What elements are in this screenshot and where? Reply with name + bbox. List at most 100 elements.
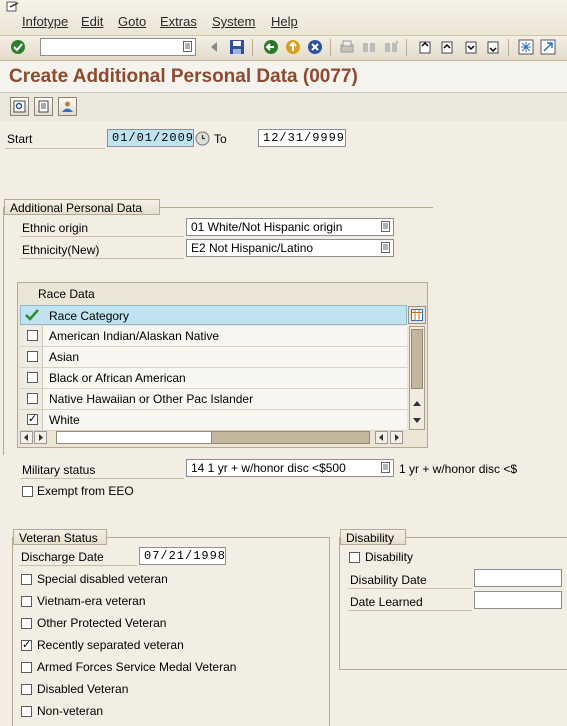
previous-page-icon[interactable] [438,38,456,56]
recently-separated-veteran-checkbox[interactable]: ✓ [21,640,32,651]
menu-goto[interactable]: Goto [118,14,146,29]
military-status-description: 1 yr + w/honor disc <$ [399,462,518,476]
military-status-help-icon[interactable] [381,462,390,473]
menu-extras[interactable]: Extras [160,14,197,29]
military-status-field[interactable]: 14 1 yr + w/honor disc <$500 [186,459,394,477]
discharge-date-label: Discharge Date [21,550,104,564]
find-icon[interactable] [360,38,378,56]
to-label: To [214,132,227,146]
calendar-icon[interactable] [195,131,210,146]
ethnic-origin-value: 01 White/Not Hispanic origin [191,220,343,234]
armed-forces-medal-veteran-checkbox[interactable] [21,662,32,673]
ethnicity-new-field[interactable]: E2 Not Hispanic/Latino [186,239,394,257]
date-learned-field[interactable] [474,591,562,609]
collapse-arrow-icon[interactable] [205,38,223,56]
vietnam-era-veteran-checkbox[interactable] [21,596,32,607]
veteran-option-label: Disabled Veteran [37,682,129,696]
discharge-date-field[interactable]: 07/21/1998 [139,547,226,565]
menu-system[interactable]: System [212,14,255,29]
race-row-checkbox[interactable] [27,330,38,341]
cancel-icon[interactable] [306,38,324,56]
table-settings-icon[interactable] [408,306,426,324]
scroll-left-icon[interactable] [375,431,388,444]
next-page-icon[interactable] [462,38,480,56]
disability-date-field[interactable] [474,569,562,587]
race-row-checkbox[interactable] [27,393,38,404]
disability-group-title: Disability [340,529,406,545]
veteran-option-label: Armed Forces Service Medal Veteran [37,660,237,674]
system-menu-icon[interactable] [6,1,20,13]
menu-edit[interactable]: Edit [81,14,103,29]
race-row[interactable]: ✓ White [20,410,407,431]
exempt-eeo-checkbox[interactable] [22,486,33,497]
race-row[interactable]: Native Hawaiian or Other Pac Islander [20,389,407,410]
application-toolbar [0,93,567,121]
new-session-icon[interactable] [517,38,535,56]
exempt-eeo-label: Exempt from EEO [37,484,134,498]
race-row-label: White [49,413,80,427]
command-field[interactable] [40,38,196,56]
vertical-scroll-thumb[interactable] [411,329,423,389]
overview-icon[interactable] [10,97,29,116]
race-row-label: Asian [49,350,80,364]
scroll-down-icon[interactable] [411,413,423,427]
special-disabled-veteran-checkbox[interactable] [21,574,32,585]
ethnic-origin-label: Ethnic origin [22,221,89,235]
back-icon[interactable] [262,38,280,56]
title-bar: Create Additional Personal Data (0077) [0,61,567,93]
disabled-veteran-checkbox[interactable] [21,684,32,695]
menu-bar: Infotype Edit Goto Extras System Help [0,0,567,36]
race-table-title: Race Data [38,287,95,301]
race-row[interactable]: American Indian/Alaskan Native [20,326,407,347]
horizontal-scroll-track[interactable] [56,431,370,444]
person-icon[interactable] [58,97,77,116]
menu-infotype[interactable]: Infotype [22,14,68,29]
menu-help[interactable]: Help [271,14,298,29]
race-row[interactable]: Asian [20,347,407,368]
start-date-field[interactable]: 01/01/2009 [107,129,194,147]
military-status-value: 14 1 yr + w/honor disc <$500 [191,461,346,475]
ethnicity-new-value: E2 Not Hispanic/Latino [191,241,314,255]
start-label: Start [7,132,33,146]
document-icon[interactable] [34,97,53,116]
scroll-right-icon[interactable] [34,431,47,444]
race-row-checkbox[interactable] [27,351,38,362]
race-row-checkbox[interactable] [27,372,38,383]
ethnic-origin-help-icon[interactable] [381,221,390,232]
ethnic-origin-field[interactable]: 01 White/Not Hispanic origin [186,218,394,236]
veteran-group-title: Veteran Status [13,529,107,545]
race-data-table: Race Data Race Category American Indian/… [17,282,428,448]
last-page-icon[interactable] [484,38,502,56]
race-row[interactable]: Black or African American [20,368,407,389]
ethnicity-new-help-icon[interactable] [381,242,390,253]
veteran-option-label: Other Protected Veteran [37,616,167,630]
horizontal-scrollbar[interactable] [20,431,407,445]
ethnicity-new-label: Ethnicity(New) [22,243,100,257]
vertical-scrollbar[interactable] [409,326,425,430]
race-row-label: American Indian/Alaskan Native [49,329,220,343]
veteran-option-label: Recently separated veteran [37,638,184,652]
scroll-right-icon[interactable] [390,431,403,444]
save-icon[interactable] [228,38,246,56]
scroll-up-icon[interactable] [411,396,423,410]
select-all-check-icon[interactable] [24,308,40,322]
print-icon[interactable] [338,38,356,56]
other-protected-veteran-checkbox[interactable] [21,618,32,629]
enter-check-icon[interactable] [9,38,27,56]
non-veteran-checkbox[interactable] [21,706,32,717]
scroll-left-icon[interactable] [20,431,33,444]
disability-checkbox[interactable] [349,552,360,563]
exit-icon[interactable] [284,38,302,56]
race-header-row: Race Category [20,305,407,325]
veteran-option-label: Vietnam-era veteran [37,594,146,608]
horizontal-scroll-thumb[interactable] [57,432,212,443]
first-page-icon[interactable] [416,38,434,56]
find-next-icon[interactable] [382,38,400,56]
history-icon[interactable] [183,41,192,52]
race-row-label: Black or African American [49,371,186,385]
end-date-field[interactable]: 12/31/9999 [258,129,346,147]
shortcut-icon[interactable] [539,38,557,56]
disability-checkbox-label: Disability [365,550,414,564]
race-row-checkbox-checked[interactable]: ✓ [27,414,38,425]
race-category-header[interactable]: Race Category [49,309,129,323]
